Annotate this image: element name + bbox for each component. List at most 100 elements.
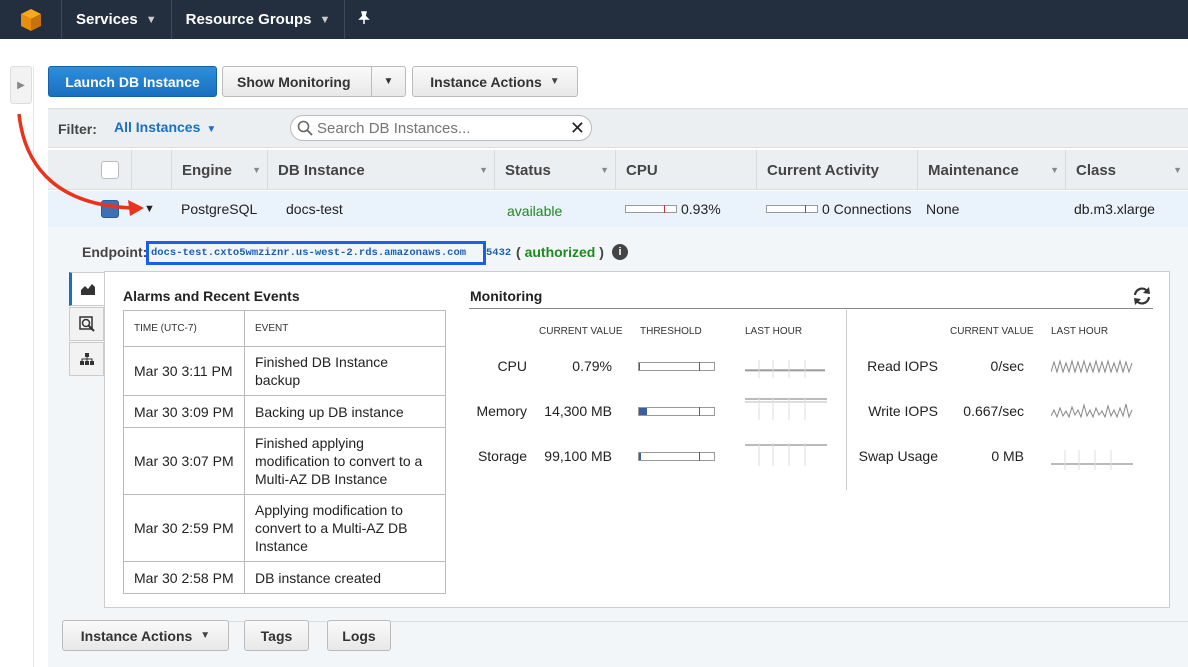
pin-icon[interactable]: [345, 11, 383, 28]
refresh-icon[interactable]: [1131, 286, 1153, 306]
events-title: Alarms and Recent Events: [123, 288, 300, 304]
metric-value-storage: 99,100 MB: [544, 448, 612, 464]
db-instance-cell: docs-test: [286, 201, 343, 217]
auth-open-paren: (: [516, 244, 521, 260]
column-header-db-instance[interactable]: DB Instance ▼: [267, 150, 494, 190]
sort-icon: ▼: [600, 165, 609, 175]
top-navigation-bar: Services ▼ Resource Groups ▼: [0, 0, 1188, 39]
metric-value-memory: 14,300 MB: [544, 403, 612, 419]
auth-status: authorized: [524, 244, 596, 260]
event-text: Applying modification to convert to a Mu…: [244, 494, 446, 562]
event-text: Finished DB Instance backup: [244, 346, 446, 396]
clear-search-icon[interactable]: ✕: [570, 118, 585, 139]
memory-threshold-bar: [638, 407, 715, 416]
table-row[interactable]: ▼ PostgreSQL docs-test available 0.93% 0…: [48, 191, 1188, 227]
area-chart-icon: [81, 284, 95, 295]
column-header-label: Status: [505, 161, 551, 179]
detail-instance-actions-button[interactable]: Instance Actions ▼: [62, 620, 229, 651]
column-header-label: Engine: [182, 161, 233, 179]
search-icon: [297, 120, 313, 136]
instance-detail-panel: Endpoint: docs-test.cxto5wmziznr.us-west…: [48, 227, 1188, 667]
column-header-label: CPU: [626, 161, 658, 179]
table-row: Mar 30 3:07 PM Finished applying modifica…: [123, 427, 446, 495]
resource-groups-menu[interactable]: Resource Groups ▼: [172, 0, 346, 39]
cpu-threshold-bar: [638, 362, 715, 371]
metric-value-write-iops: 0.667/sec: [963, 403, 1024, 419]
event-text: Finished applying modification to conver…: [244, 427, 446, 495]
tab-topology[interactable]: [69, 342, 104, 376]
chevron-down-icon: ▼: [145, 13, 157, 26]
endpoint-host[interactable]: docs-test.cxto5wmziznr.us-west-2.rds.ama…: [146, 241, 486, 265]
bar-fill: [639, 453, 641, 460]
search-input[interactable]: [317, 118, 565, 138]
show-monitoring-label: Show Monitoring: [237, 73, 351, 90]
maintenance-cell: None: [926, 201, 960, 217]
column-header-label: Class: [1076, 161, 1117, 179]
metric-value-cpu: 0.79%: [572, 358, 612, 374]
header-threshold: THRESHOLD: [640, 326, 702, 337]
instance-actions-label: Instance Actions: [80, 627, 193, 644]
magnifier-details-icon: [78, 316, 95, 332]
aws-logo[interactable]: [0, 0, 62, 39]
cpu-cell: 0.93%: [625, 191, 721, 227]
events-column-time: TIME (UTC-7): [123, 310, 245, 347]
launch-db-instance-button[interactable]: Launch DB Instance: [48, 66, 217, 97]
chevron-down-icon: ▼: [319, 13, 331, 26]
sort-icon: ▼: [479, 165, 488, 175]
logs-button[interactable]: Logs: [327, 620, 391, 651]
column-header-engine[interactable]: Engine ▼: [171, 150, 267, 190]
table-row: Mar 30 3:11 PM Finished DB Instance backu…: [123, 346, 446, 396]
activity-value: 0 Connections: [822, 201, 912, 217]
show-monitoring-dropdown[interactable]: ▼: [371, 67, 405, 96]
tab-monitoring[interactable]: [69, 272, 104, 306]
annotation-arrow: [17, 113, 144, 216]
column-header-current-activity[interactable]: Current Activity: [756, 150, 917, 190]
info-icon[interactable]: i: [612, 244, 628, 260]
endpoint-label: Endpoint:: [82, 244, 148, 260]
column-header-maintenance[interactable]: Maintenance ▼: [917, 150, 1065, 190]
instance-actions-button[interactable]: Instance Actions ▼: [412, 66, 578, 97]
tags-button[interactable]: Tags: [244, 620, 309, 651]
column-header-label: Maintenance: [928, 161, 1019, 179]
header-current-value-right: CURRENT VALUE: [950, 326, 1034, 337]
events-column-event: EVENT: [244, 310, 446, 347]
connections-bar: [766, 205, 818, 213]
tab-configuration[interactable]: [69, 307, 104, 341]
event-time: Mar 30 2:58 PM: [123, 561, 245, 594]
hierarchy-icon: [79, 353, 94, 365]
aws-cube-icon: [20, 8, 41, 31]
monitoring-divider: [469, 308, 1153, 309]
bar-fill: [639, 363, 640, 370]
metric-label-write-iops: Write IOPS: [868, 403, 938, 419]
activity-cell: 0 Connections: [766, 191, 912, 227]
chevron-down-icon: ▼: [549, 76, 560, 87]
metric-label-storage: Storage: [477, 448, 527, 464]
column-header-cpu[interactable]: CPU: [615, 150, 756, 190]
threshold-marker: [699, 362, 700, 371]
monitoring-title: Monitoring: [470, 288, 543, 304]
sort-icon: ▼: [1173, 165, 1182, 175]
column-header-class[interactable]: Class ▼: [1065, 150, 1188, 190]
class-cell: db.m3.xlarge: [1074, 201, 1155, 217]
event-time: Mar 30 2:59 PM: [123, 494, 245, 562]
metric-label-swap-usage: Swap Usage: [858, 448, 938, 464]
column-header-status[interactable]: Status ▼: [494, 150, 615, 190]
table-row: Mar 30 2:59 PM Applying modification to c…: [123, 494, 446, 562]
endpoint-host-text: docs-test.cxto5wmziznr.us-west-2.rds.ama…: [151, 247, 467, 259]
sort-icon: ▼: [1050, 165, 1059, 175]
threshold-marker: [699, 452, 700, 461]
show-monitoring-button[interactable]: Show Monitoring ▼: [222, 66, 406, 97]
event-time: Mar 30 3:07 PM: [123, 427, 245, 495]
services-label: Services: [76, 11, 138, 28]
sidebar-toggle[interactable]: ▶: [10, 66, 32, 104]
resource-groups-label: Resource Groups: [185, 11, 312, 28]
swap-usage-sparkline: [1051, 450, 1133, 470]
read-iops-sparkline: [1051, 359, 1133, 374]
auth-close-paren: ): [599, 244, 604, 260]
event-time: Mar 30 3:11 PM: [123, 346, 245, 396]
metric-value-read-iops: 0/sec: [990, 358, 1024, 374]
services-menu[interactable]: Services ▼: [62, 0, 172, 39]
storage-sparkline: [745, 443, 827, 466]
column-header-label: DB Instance: [278, 161, 365, 179]
event-text: Backing up DB instance: [244, 395, 446, 428]
